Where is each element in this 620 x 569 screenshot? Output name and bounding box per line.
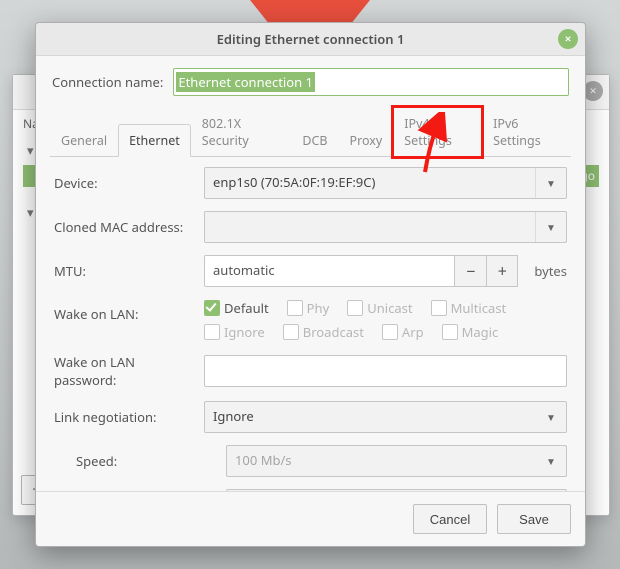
close-icon[interactable]: × [583,81,603,101]
tab-security[interactable]: 802.1X Security [191,107,292,157]
cloned-mac-label: Cloned MAC address: [54,218,194,236]
connection-name-input[interactable]: Ethernet connection 1 [173,68,569,96]
wol-broadcast-label: Broadcast [303,323,364,341]
dialog-title: Editing Ethernet connection 1 × [36,23,585,56]
wol-phy-label: Phy [307,299,330,317]
tab-proxy[interactable]: Proxy [339,124,394,157]
wol-magic-checkbox[interactable]: Magic [442,323,499,341]
dialog-title-text: Editing Ethernet connection 1 [217,30,405,48]
speed-value: 100 Mb/s [235,451,292,469]
mtu-increment-button[interactable]: + [486,255,518,287]
connection-name-value: Ethernet connection 1 [176,72,315,92]
cloned-mac-combo[interactable]: ▼ [204,211,567,243]
ethernet-form: Device: enp1s0 (70:5A:0F:19:EF:9C) ▼ Clo… [52,157,569,491]
wol-unicast-label: Unicast [367,299,412,317]
dialog-footer: Cancel Save [36,491,585,546]
chevron-down-icon: ▼ [536,490,566,491]
wol-password-label: Wake on LAN password: [54,353,194,389]
device-combo[interactable]: enp1s0 (70:5A:0F:19:EF:9C) ▼ [204,167,567,199]
link-negotiation-value: Ignore [213,407,254,425]
chevron-down-icon: ▼ [535,168,566,198]
device-label: Device: [54,174,194,192]
wol-options: Default Phy Unicast Multicast Ignore Bro… [204,299,567,341]
speed-combo: 100 Mb/s ▼ [226,445,567,477]
edit-connection-dialog: Editing Ethernet connection 1 × Connecti… [35,22,586,547]
wol-ignore-checkbox[interactable]: Ignore [204,323,265,341]
mtu-value[interactable]: automatic [204,255,454,287]
link-negotiation-label: Link negotiation: [54,408,194,426]
tab-bar: General Ethernet 802.1X Security DCB Pro… [50,106,571,157]
dialog-body: Connection name: Ethernet connection 1 G… [36,56,585,491]
save-button[interactable]: Save [497,504,571,534]
wol-arp-checkbox[interactable]: Arp [382,323,424,341]
device-value: enp1s0 (70:5A:0F:19:EF:9C) [213,173,375,191]
tab-ipv4[interactable]: IPv4 Settings [393,107,482,157]
wol-broadcast-checkbox[interactable]: Broadcast [283,323,364,341]
duplex-combo: Full ▼ [226,489,567,491]
wol-arp-label: Arp [402,323,424,341]
wol-default-checkbox[interactable]: Default [204,299,269,317]
mtu-unit: bytes [534,262,567,280]
tab-general[interactable]: General [50,124,118,157]
chevron-down-icon: ▼ [536,402,566,432]
wol-magic-label: Magic [462,323,499,341]
connection-name-row: Connection name: Ethernet connection 1 [52,68,569,96]
wol-default-label: Default [224,299,269,317]
wol-phy-checkbox[interactable]: Phy [287,299,330,317]
tab-dcb[interactable]: DCB [291,124,338,157]
cancel-button[interactable]: Cancel [413,504,487,534]
mtu-label: MTU: [54,262,194,280]
speed-label: Speed: [54,452,216,470]
wol-multicast-label: Multicast [451,299,507,317]
tab-ethernet[interactable]: Ethernet [118,124,191,157]
mtu-spinner[interactable]: automatic − + [204,255,518,287]
wol-multicast-checkbox[interactable]: Multicast [431,299,507,317]
link-negotiation-combo[interactable]: Ignore ▼ [204,401,567,433]
wol-ignore-label: Ignore [224,323,265,341]
close-icon[interactable]: × [558,29,578,49]
mtu-decrement-button[interactable]: − [454,255,486,287]
tab-ipv6[interactable]: IPv6 Settings [482,107,571,157]
wol-unicast-checkbox[interactable]: Unicast [347,299,412,317]
connection-name-label: Connection name: [52,73,163,91]
chevron-down-icon: ▼ [535,212,566,242]
wol-label: Wake on LAN: [54,299,194,323]
chevron-down-icon: ▼ [536,446,566,476]
wol-password-input[interactable] [204,355,567,387]
